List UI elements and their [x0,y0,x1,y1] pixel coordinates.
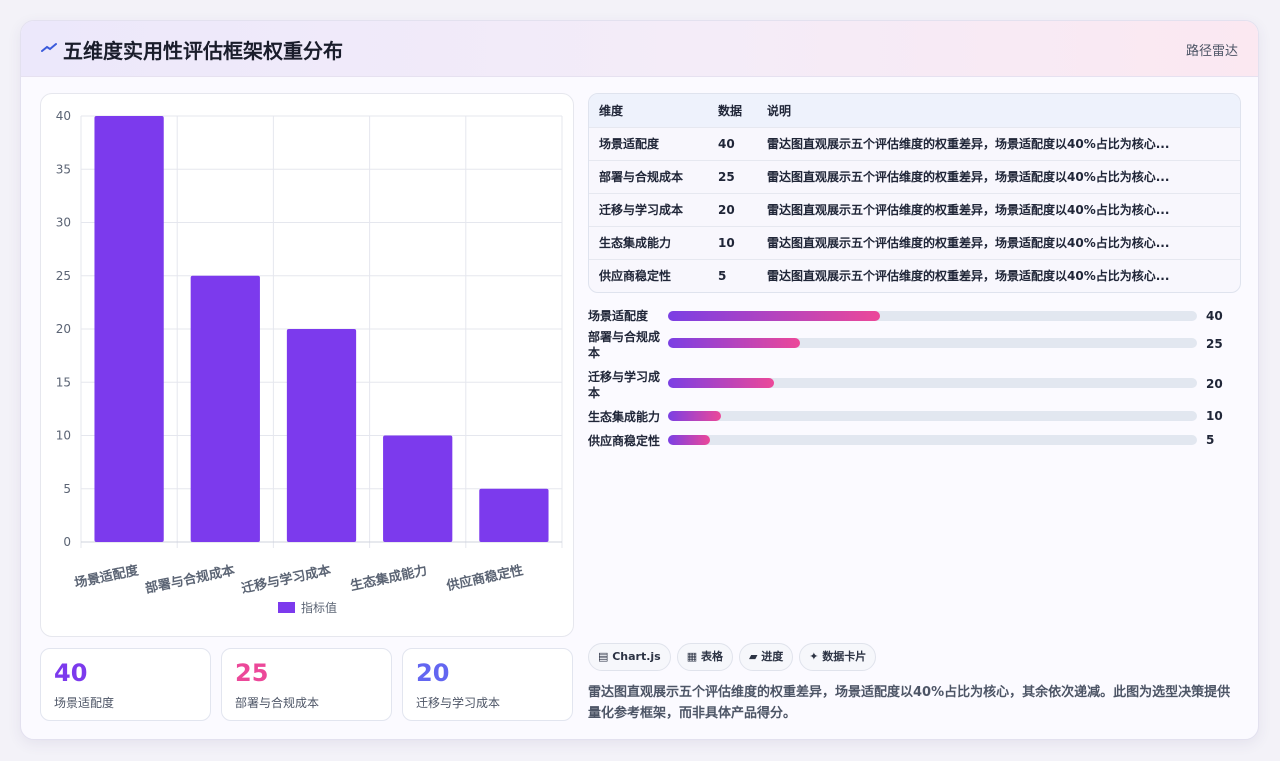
y-tick-label: 40 [56,109,71,123]
progress-label: 供应商稳定性 [588,434,661,448]
progress-label: 部署与合规成本 [588,330,661,360]
progress-value: 20 [1206,377,1223,391]
stat-card-1: 40 场景适配度 [40,648,211,721]
table-cell: 雷达图直观展示五个评估维度的权重差异，场景适配度以40%占比为核心... [757,126,1240,160]
y-tick-label: 35 [56,162,71,176]
bar [190,275,260,542]
progress-fill [668,378,774,388]
progress-track [668,311,1197,321]
progress-track [668,338,1197,348]
progress-label: 场景适配度 [588,309,649,323]
chip-table[interactable]: ▦ 表格 [676,643,733,671]
progress-value: 25 [1206,337,1223,351]
progress-list: 场景适配度 40 部署与合规成本 25 迁移与学习成本 20 生态集成能力 10… [588,301,1241,461]
table-cell: 迁移与学习成本 [589,192,708,226]
table-cell: 部署与合规成本 [589,159,708,193]
x-tick-label: 场景适配度 [73,562,141,591]
bar [383,435,453,542]
table-cell: 生态集成能力 [589,225,708,259]
y-tick-label: 30 [56,216,71,230]
table-header-cell: 说明 [767,103,792,118]
table-cell: 5 [708,258,757,292]
description: 雷达图直观展示五个评估维度的权重差异，场景适配度以40%占比为核心，其余依次递减… [588,685,1231,721]
progress-fill [668,338,801,348]
chip-chartjs[interactable]: ▤ Chart.js [588,643,671,671]
bar [286,329,357,542]
stat-value: 20 [416,659,450,687]
table-cell: 25 [708,159,757,193]
progress-value: 5 [1206,433,1215,447]
progress-fill [668,435,711,445]
stat-label: 场景适配度 [54,696,115,710]
header-bar: 五维度实用性评估框架权重分布 路径雷达 [21,21,1258,77]
table-cell: 雷达图直观展示五个评估维度的权重差异，场景适配度以40%占比为核心... [757,258,1240,292]
y-tick-label: 25 [56,269,71,283]
table-cell: 雷达图直观展示五个评估维度的权重差异，场景适配度以40%占比为核心... [757,192,1240,226]
table-header-cell: 维度 [599,103,624,118]
progress-value: 10 [1206,409,1223,423]
progress-fill [668,411,721,421]
progress-fill [668,311,880,321]
stat-card-2: 25 部署与合规成本 [221,648,392,721]
stat-card-3: 20 迁移与学习成本 [402,648,573,721]
table-cell: 雷达图直观展示五个评估维度的权重差异，场景适配度以40%占比为核心... [757,225,1240,259]
table-row: 部署与合规成本 25 雷达图直观展示五个评估维度的权重差异，场景适配度以40%占… [589,159,1240,193]
legend-label: 指标值 [301,600,337,615]
page-title: 五维度实用性评估框架权重分布 [63,39,343,63]
y-tick-label: 5 [63,482,71,496]
stat-value: 40 [54,659,88,687]
y-tick-label: 20 [56,322,71,336]
y-tick-label: 10 [56,429,71,443]
view-chips: ▤ Chart.js ▦ 表格 ▰ 进度 ✦ 数据卡片 [588,643,882,671]
progress-label: 生态集成能力 [588,410,661,424]
bar-chart: 0 5 10 15 20 25 30 35 40 场景适配度 部署与合规成本 迁移与学习成本 生态集成能… [56,109,563,615]
y-tick-label: 15 [56,375,71,389]
dashboard-card: 五维度实用性评估框架权重分布 路径雷达 0 5 10 15 20 25 30 35 40 场景适配… [20,20,1259,740]
chip-progress[interactable]: ▰ 进度 [738,643,794,671]
chart-panel: 0 5 10 15 20 25 30 35 40 场景适配度 部署与合规成本 迁移与学习成本 生态集成能… [40,93,574,637]
x-tick-label: 迁移与学习成本 [240,562,332,597]
table-cell: 雷达图直观展示五个评估维度的权重差异，场景适配度以40%占比为核心... [757,159,1240,193]
progress-track [668,378,1197,388]
x-tick-label: 部署与合规成本 [144,562,236,597]
bar [479,488,549,542]
progress-label: 迁移与学习成本 [588,370,661,400]
table-cell: 供应商稳定性 [589,258,708,292]
stat-value: 25 [235,659,269,687]
x-tick-label: 供应商稳定性 [444,562,525,594]
line-icon [41,43,57,52]
legend-swatch [278,602,295,613]
table-row: 场景适配度 40 雷达图直观展示五个评估维度的权重差异，场景适配度以40%占比为… [589,126,1240,160]
table-cell: 40 [708,126,757,160]
table-row: 供应商稳定性 5 雷达图直观展示五个评估维度的权重差异，场景适配度以40%占比为… [589,258,1240,292]
progress-track [668,435,1197,445]
chip-data-cards[interactable]: ✦ 数据卡片 [799,643,877,671]
progress-value: 40 [1206,309,1223,323]
stat-label: 迁移与学习成本 [416,696,501,710]
table-row: 生态集成能力 10 雷达图直观展示五个评估维度的权重差异，场景适配度以40%占比… [589,225,1240,259]
header-tag: 路径雷达 [1185,44,1238,59]
data-table: 维度 数据 说明 场景适配度 40 雷达图直观展示五个评估维度的权重差异，场景适… [588,93,1241,293]
table-header-cell: 数据 [718,103,743,118]
table-cell: 20 [708,192,757,226]
table-cell: 10 [708,225,757,259]
table-cell: 场景适配度 [589,126,708,160]
table-row: 迁移与学习成本 20 雷达图直观展示五个评估维度的权重差异，场景适配度以40%占… [589,192,1240,226]
progress-track [668,411,1197,421]
x-tick-label: 生态集成能力 [349,562,429,594]
table-header-row: 维度 数据 说明 [589,94,1240,127]
stat-label: 部署与合规成本 [235,696,320,710]
bar [94,116,164,542]
y-tick-label: 0 [63,535,71,549]
